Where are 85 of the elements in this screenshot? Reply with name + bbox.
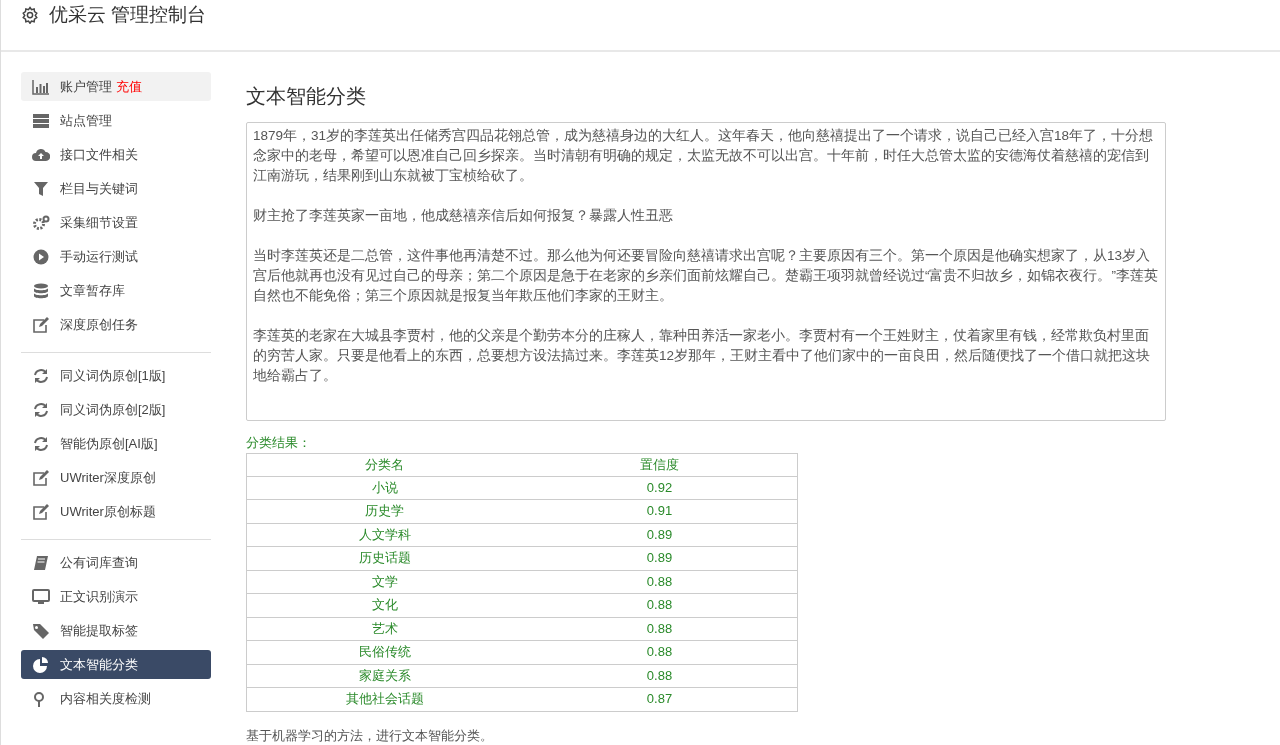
table-cell: 0.89	[522, 546, 798, 570]
table-cell: 0.88	[522, 570, 798, 594]
app-title: 优采云 管理控制台	[49, 3, 207, 27]
refresh-icon	[32, 401, 50, 418]
settings-icon	[21, 6, 39, 24]
table-cell: 0.88	[522, 617, 798, 641]
edit-icon	[32, 469, 50, 486]
table-cell: 0.88	[522, 640, 798, 664]
paragraph: 财主抢了李莲英家一亩地，他成慈禧亲信后如何报复？暴露人性丑恶	[253, 207, 674, 225]
footnote: 基于机器学习的方法，进行文本智能分类。	[246, 726, 493, 745]
table-cell: 历史话题	[246, 546, 522, 570]
paragraph: 1879年，31岁的李莲英出任储秀宫四品花翎总管，成为慈禧身边的大红人。这年春天，他向慈禧提出了一个请求，说自己已经入宫18年了，十分想念家中的老母，希望可以恩准自己回乡探亲。当时清朝有明确的规定，太监无故不可以出宫。十年前，时任大总管太监的安德海仗着慈禧的宠信到江南游玩，结果刚到山东就被丁宝桢给砍了。	[253, 127, 1155, 185]
paragraph: 当时李莲英还是二总管，这件事他再清楚不过。那么他为何还要冒险向慈禧请求出宫呢？主要原因有三个。第一个原因是他确实想家了，从13岁入宫后他就再也没有见过自己的母亲；第二个原因是急于在老家的乡亲们面前炫耀自己。楚霸王项羽就曾经说过“富贵不归故乡，如锦衣夜行。”李莲英自然也不能免俗；第三个原因就是报复当年欺压他们李家的王财主。	[253, 247, 1159, 305]
item-label: 采集细节设置	[60, 213, 138, 232]
table-cell: 家庭关系	[246, 664, 522, 688]
monitor-icon	[32, 588, 50, 605]
server-icon	[32, 112, 50, 129]
item-label: UWriter深度原创	[60, 468, 156, 487]
sidebar-item[interactable]: 同义词伪原创[2版]	[21, 395, 211, 424]
tag-icon	[32, 622, 50, 639]
item-label: 站点管理	[60, 111, 112, 130]
recharge-link[interactable]: 充值	[116, 76, 142, 97]
item-label: 同义词伪原创[1版]	[60, 366, 166, 385]
sidebar-item[interactable]: 手动运行测试	[21, 242, 211, 271]
book-icon	[32, 554, 50, 571]
item-label: 公有词库查询	[60, 553, 138, 572]
sidebar-item[interactable]: 账户管理 充值	[21, 72, 211, 101]
table-cell: 民俗传统	[246, 640, 522, 664]
sidebar-item[interactable]: 智能伪原创[AI版]	[21, 429, 211, 458]
paragraph: 李莲英的老家在大城县李贾村，他的父亲是个勤劳本分的庄稼人，靠种田养活一家老小。李贾村有一个王姓财主，仗着家里有钱，经常欺负村里面的穷苦人家。只要是他看上的东西，总要想方设法搞过来。李莲英12岁那年，王财主看中了他们家中的一亩良田，然后随便找了一个借口就把这块地给霸占了。	[253, 327, 1152, 385]
item-label: UWriter原创标题	[60, 502, 156, 521]
item-label: 内容相关度检测	[60, 689, 151, 708]
text-input[interactable]	[246, 122, 1166, 421]
table-cell: 0.89	[522, 523, 798, 547]
sidebar-item[interactable]: 栏目与关键词	[21, 174, 211, 203]
table-cell: 文学	[246, 570, 522, 594]
sidebar-item[interactable]: 采集细节设置	[21, 208, 211, 237]
edit-icon	[32, 503, 50, 520]
sidebar-item[interactable]: UWriter原创标题	[21, 497, 211, 526]
play-icon	[32, 248, 50, 265]
item-label: 深度原创任务	[60, 315, 138, 334]
refresh-icon	[32, 367, 50, 384]
item-label: 智能伪原创[AI版]	[60, 434, 158, 453]
table-cell: 历史学	[246, 499, 522, 523]
sidebar-item[interactable]: 公有词库查询	[21, 548, 211, 577]
table-cell: 0.87	[522, 687, 798, 711]
sidebar-item[interactable]: 站点管理	[21, 106, 211, 135]
filter-icon	[32, 180, 50, 197]
table-cell: 艺术	[246, 617, 522, 641]
item-label: 账户管理	[60, 77, 112, 96]
item-label: 智能提取标签	[60, 621, 138, 640]
pie-chart-icon	[32, 656, 50, 673]
table-cell: 人文学科	[246, 523, 522, 547]
sidebar-item[interactable]: 内容相关度检测	[21, 684, 211, 713]
table-cell: 文化	[246, 593, 522, 617]
sidebar-item[interactable]: UWriter深度原创	[21, 463, 211, 492]
sidebar-item[interactable]: 文章暂存库	[21, 276, 211, 305]
sidebar-item[interactable]: 同义词伪原创[1版]	[21, 361, 211, 390]
item-label: 正文识别演示	[60, 587, 138, 606]
bar-chart-icon	[32, 78, 50, 95]
page-title: 文本智能分类	[246, 84, 366, 109]
column-header: 分类名	[246, 453, 522, 476]
sidebar-item[interactable]: 接口文件相关	[21, 140, 211, 169]
cloud-upload-icon	[32, 146, 50, 163]
table-cell: 0.91	[522, 499, 798, 523]
sidebar-item[interactable]: 正文识别演示	[21, 582, 211, 611]
item-label: 栏目与关键词	[60, 179, 138, 198]
item-label: 同义词伪原创[2版]	[60, 400, 166, 419]
table-cell: 其他社会话题	[246, 687, 522, 711]
table-cell: 0.92	[522, 476, 798, 500]
refresh-icon	[32, 435, 50, 452]
item-label: 文本智能分类	[60, 655, 138, 674]
table-cell: 0.88	[522, 593, 798, 617]
item-label: 接口文件相关	[60, 145, 138, 164]
sidebar-item[interactable]: 智能提取标签	[21, 616, 211, 645]
item-label: 文章暂存库	[60, 281, 125, 300]
sidebar-item[interactable]: 文本智能分类	[21, 650, 211, 679]
results-label: 分类结果：	[246, 433, 311, 452]
table-cell: 0.88	[522, 664, 798, 688]
column-header: 置信度	[522, 453, 798, 476]
sidebar-item[interactable]: 深度原创任务	[21, 310, 211, 339]
item-label: 手动运行测试	[60, 247, 138, 266]
table-cell: 小说	[246, 476, 522, 500]
edit-icon	[32, 316, 50, 333]
database-icon	[32, 282, 50, 299]
